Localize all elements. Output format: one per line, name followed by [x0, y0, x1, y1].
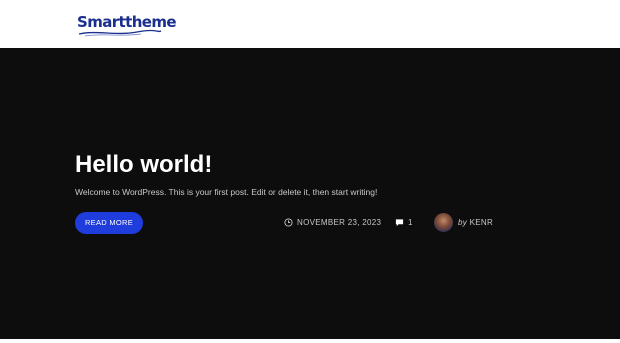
comment-count: 1: [408, 218, 413, 228]
post-hero: Hello world! Welcome to WordPress. This …: [0, 48, 620, 339]
post-date-text: NOVEMBER 23, 2023: [297, 218, 382, 228]
comment-icon: [395, 216, 404, 230]
read-more-button[interactable]: READ MORE: [75, 212, 143, 234]
post-comments[interactable]: 1: [395, 216, 413, 230]
post-excerpt: Welcome to WordPress. This is your first…: [75, 187, 378, 197]
post-title[interactable]: Hello world!: [75, 151, 212, 179]
site-logo[interactable]: Smarttheme: [77, 12, 177, 38]
footer-strip: [0, 339, 620, 343]
site-header: Smarttheme: [0, 0, 620, 48]
post-date[interactable]: NOVEMBER 23, 2023: [284, 216, 381, 230]
author-name: KENR: [469, 218, 494, 227]
author-prefix: by: [458, 218, 468, 227]
post-author[interactable]: by KENR: [434, 213, 493, 233]
logo-swoosh-icon: [78, 29, 162, 37]
author-avatar: [434, 213, 453, 233]
clock-icon: [284, 216, 293, 230]
